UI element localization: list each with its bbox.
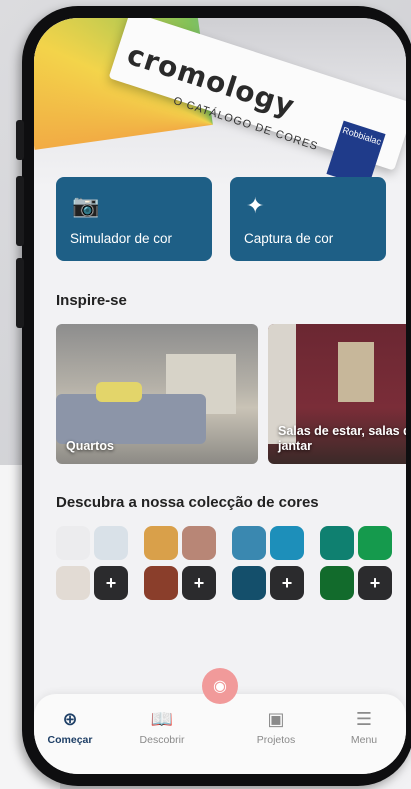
eyedropper-icon: ✦ bbox=[246, 193, 265, 218]
color-swatch[interactable] bbox=[182, 526, 216, 560]
tab-label: Descobrir bbox=[139, 734, 185, 746]
color-swatch[interactable] bbox=[144, 526, 178, 560]
more-colors-button[interactable]: + bbox=[94, 566, 128, 600]
tab-label: Menu bbox=[350, 734, 378, 746]
inspire-title: Inspire-se bbox=[56, 292, 127, 309]
tab-label: Projetos bbox=[256, 734, 296, 746]
more-colors-button[interactable]: + bbox=[358, 566, 392, 600]
color-swatch[interactable] bbox=[320, 526, 354, 560]
hamburger-icon: ☰ bbox=[355, 709, 373, 729]
inspire-card-label: Quartos bbox=[66, 439, 114, 453]
inspire-card-living-dining[interactable]: Salas de estar, salas de jantar bbox=[268, 324, 406, 464]
color-swatch[interactable] bbox=[358, 526, 392, 560]
tab-projetos[interactable]: ▣ Projetos bbox=[240, 708, 312, 746]
bedroom-pillow-image bbox=[96, 382, 142, 402]
phone-side-button bbox=[16, 258, 24, 328]
color-swatch[interactable] bbox=[56, 526, 90, 560]
camera-icon: ◉ bbox=[213, 678, 227, 695]
project-icon: ▣ bbox=[267, 709, 285, 729]
living-decor-image bbox=[338, 342, 374, 402]
more-colors-button[interactable]: + bbox=[182, 566, 216, 600]
phone-side-button bbox=[16, 120, 24, 160]
more-colors-button[interactable]: + bbox=[270, 566, 304, 600]
color-swatch[interactable] bbox=[320, 566, 354, 600]
book-icon: 📖 bbox=[150, 709, 174, 729]
color-capture-label: Captura de cor bbox=[244, 231, 334, 246]
simulator-label: Simulador de cor bbox=[70, 231, 173, 246]
tab-label: Começar bbox=[47, 734, 93, 746]
simulator-button[interactable]: 📷 Simulador de cor bbox=[56, 177, 212, 261]
inspire-card-label: Salas de estar, salas de jantar bbox=[278, 424, 406, 453]
bottom-tab-bar: ⊕ Começar 📖 Descobrir ▣ Projetos ☰ Menu bbox=[34, 694, 406, 774]
color-swatch[interactable] bbox=[144, 566, 178, 600]
color-capture-button[interactable]: ✦ Captura de cor bbox=[230, 177, 386, 261]
tab-menu[interactable]: ☰ Menu bbox=[328, 708, 400, 746]
app-screen: cromology O CATÁLOGO DE CORES Robbialac … bbox=[34, 18, 406, 774]
hero-banner: cromology O CATÁLOGO DE CORES Robbialac bbox=[34, 18, 406, 188]
camera-fab-button[interactable]: ◉ bbox=[202, 668, 238, 704]
tab-comecar[interactable]: ⊕ Começar bbox=[34, 708, 106, 746]
color-swatch[interactable] bbox=[232, 566, 266, 600]
tab-descobrir[interactable]: 📖 Descobrir bbox=[126, 708, 198, 746]
color-swatch[interactable] bbox=[56, 566, 90, 600]
color-swatch[interactable] bbox=[94, 526, 128, 560]
inspire-card-bedrooms[interactable]: Quartos bbox=[56, 324, 258, 464]
crosshair-icon: ⊕ bbox=[62, 709, 78, 729]
collection-title: Descubra a nossa colecção de cores bbox=[56, 494, 319, 511]
color-swatch[interactable] bbox=[270, 526, 304, 560]
color-swatch[interactable] bbox=[232, 526, 266, 560]
phone-side-button bbox=[16, 176, 24, 246]
camera-icon: 📷 bbox=[72, 193, 100, 218]
